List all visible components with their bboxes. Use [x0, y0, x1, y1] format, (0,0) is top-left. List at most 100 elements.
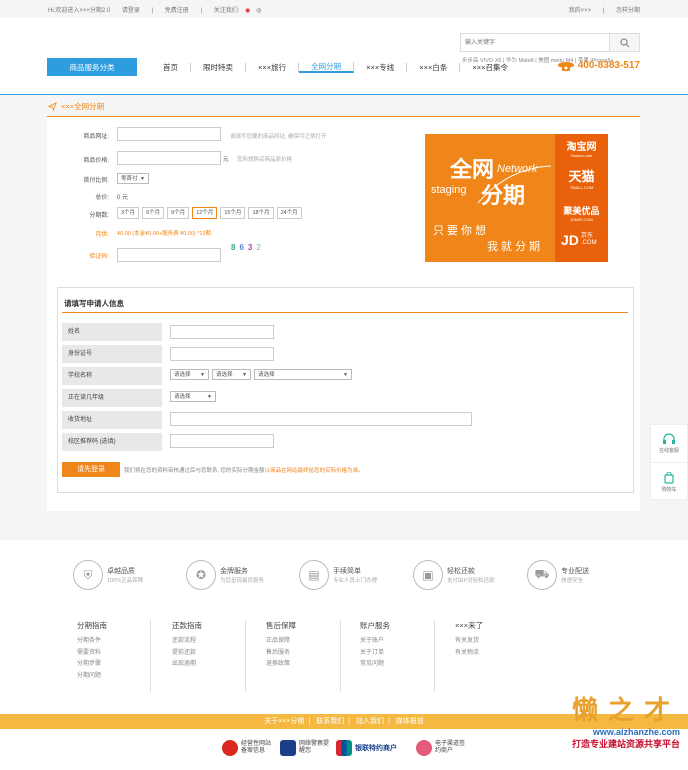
badge-e-channel[interactable]: 电子渠道签约商户	[416, 740, 465, 756]
footer-link[interactable]: 退换政策	[266, 659, 356, 671]
hotline: 400-8383-517	[557, 60, 640, 71]
name-field[interactable]	[170, 325, 274, 339]
total-value: 0 元	[117, 195, 129, 201]
title-underline	[62, 312, 628, 313]
nav-items: 首页 限时特卖 ×××旅行 全网分期 ×××专线 ×××白条 ×××召集令	[151, 58, 520, 76]
period-option[interactable]: 3个月	[117, 207, 140, 219]
period-option[interactable]: 15个月	[220, 207, 246, 219]
breadcrumb-title: ×××全网分期	[61, 102, 105, 111]
nav-item-credit[interactable]: ×××白条	[407, 62, 461, 72]
feature-delivery: ⛟ 专业配送 快速安全	[527, 560, 589, 590]
follow-label: 关注我们:	[213, 8, 240, 14]
feature-repay: ▣ 轻松还款 支付由P对轻松还款	[413, 560, 495, 590]
login-submit-button[interactable]: 请先登录	[62, 462, 120, 477]
login-link[interactable]: 请登录	[122, 8, 140, 14]
footer-link[interactable]: 正品保障	[266, 636, 356, 648]
footer: ⛨ 卓越品质 100%正品保障 ✪ 金牌服务 为您呈现最优服务 ▤ 手续简单 专业人员…	[0, 540, 688, 714]
grade-select[interactable]: 请选择 ▼	[170, 391, 216, 402]
footer-link[interactable]: 常见问题	[360, 659, 450, 671]
period-option[interactable]: 6个月	[142, 207, 165, 219]
weibo-icon[interactable]: ◉	[245, 8, 250, 14]
price-hint: 您所想购买商品原价格	[237, 157, 293, 163]
bottom-link-join[interactable]: 加入我们	[356, 718, 384, 725]
how-to-pay-link[interactable]: 怎样分期	[616, 8, 640, 14]
promo-banner[interactable]: 全网 Network staging 分期 只要你想 我就分期 淘宝网 Taob…	[425, 134, 608, 262]
footer-link[interactable]: 关于账户	[360, 636, 450, 648]
divider: |	[151, 8, 154, 14]
captcha-image[interactable]: 8 6 3 2	[231, 243, 261, 252]
banner-slogan-2: 我就分期	[487, 241, 543, 253]
divider: |	[602, 8, 605, 14]
period-option[interactable]: 18个月	[248, 207, 274, 219]
total-label: 总价:	[95, 195, 109, 201]
feature-simple: ▤ 手续简单 专业人员上门办理	[299, 560, 377, 590]
nav-item-travel[interactable]: ×××旅行	[246, 62, 300, 72]
footer-link[interactable]: 出现逾期	[172, 659, 262, 671]
footer-link[interactable]: 售后服务	[266, 648, 356, 660]
badge-icp[interactable]: 经营性网站备案信息	[222, 740, 275, 756]
url-label: 商品网址:	[83, 134, 109, 140]
feature-service: ✪ 金牌服务 为您呈现最优服务	[186, 560, 264, 590]
category-button[interactable]: 商品服务分类	[47, 58, 137, 76]
search-icon	[619, 37, 629, 47]
down-payment-label: 首付比例:	[83, 178, 109, 184]
footer-link[interactable]: 提前还款	[172, 648, 262, 660]
truck-icon: ⛟	[527, 560, 557, 590]
down-payment-value: 零首付	[121, 175, 138, 182]
register-link[interactable]: 免费注册	[165, 8, 189, 14]
price-field[interactable]	[117, 151, 221, 165]
address-label: 收货地址	[62, 411, 162, 429]
captcha-field[interactable]	[117, 248, 221, 262]
nav-item-installment[interactable]: 全网分期	[299, 61, 355, 73]
url-field[interactable]	[117, 127, 221, 141]
tip-highlight[interactable]: 以商品在网站最终给您的实际价格为准	[265, 468, 359, 474]
id-number-field[interactable]	[170, 347, 274, 361]
nav-item-summon[interactable]: ×××召集令	[460, 63, 520, 72]
nav-item-express[interactable]: ×××专线	[354, 62, 408, 72]
submit-tip: 我们将在您的资料审核通过后与您联系, 您的实际分期金额以商品在网站最终给您的实际…	[124, 468, 364, 474]
nav-item-home[interactable]: 首页	[151, 62, 191, 72]
footer-link[interactable]: 有关发货	[455, 636, 545, 648]
main-panel: 商品网址: 请填写您要的商品网址, 确保可正常打开 商品价格: 元 您所想购买商…	[47, 116, 640, 511]
monthly-label: 月供:	[95, 232, 109, 238]
school-select[interactable]: 请选择 ▼	[254, 369, 352, 380]
footer-link[interactable]: 分期问题	[77, 671, 167, 683]
cart-button[interactable]: 购物车	[651, 463, 687, 501]
search-button[interactable]	[609, 34, 639, 51]
bottom-link-about[interactable]: 关于×××分期	[264, 718, 304, 725]
search-input[interactable]	[461, 34, 611, 51]
referral-field[interactable]	[170, 434, 274, 448]
dropdown-arrow-icon: ▼	[242, 371, 247, 378]
province-select[interactable]: 请选择 ▼	[170, 369, 209, 380]
main-nav: 商品服务分类 首页 限时特卖 ×××旅行 全网分期 ×××专线 ×××白条 ××…	[47, 58, 640, 76]
footer-link[interactable]: 有关物流	[455, 648, 545, 660]
welcome-text: Hi,欢迎进入×××分期2.0	[48, 8, 111, 14]
footer-link[interactable]: 关于订单	[360, 648, 450, 660]
my-account-link[interactable]: 我的×××	[569, 8, 592, 14]
wechat-icon[interactable]: ◍	[256, 8, 261, 14]
city-select[interactable]: 请选择 ▼	[212, 369, 251, 380]
nav-item-flash-sale[interactable]: 限时特卖	[191, 62, 246, 72]
footer-link[interactable]: 还款流程	[172, 636, 262, 648]
online-service-button[interactable]: 在线客服	[651, 425, 687, 463]
down-payment-select[interactable]: 零首付 ▼	[117, 173, 149, 184]
nav-divider	[0, 94, 688, 95]
bottom-link-media[interactable]: 媒体报道	[396, 718, 424, 725]
footer-link[interactable]: 需要资料	[77, 648, 167, 660]
bottom-link-contact[interactable]: 联系我们	[316, 718, 344, 725]
unionpay-icon	[336, 740, 352, 756]
site-watermark: 懒之才 www.aizhanzhe.com 打造专业建站资源共享平台	[572, 690, 680, 750]
footer-link[interactable]: 分期步骤	[77, 659, 167, 671]
period-option-selected[interactable]: 12个月	[192, 207, 218, 219]
badge-cyber-police[interactable]: 网络警察提醒您	[280, 740, 329, 756]
price-unit: 元	[223, 157, 229, 163]
footer-col-aftersale: 售后保障 正品保障 售后服务 退换政策	[266, 620, 356, 671]
address-field[interactable]	[170, 412, 472, 426]
search-box	[460, 33, 640, 52]
footer-col-guide: 分期指南 分期条件 需要资料 分期步骤 分期问题	[77, 620, 167, 682]
period-option[interactable]: 24个月	[276, 207, 302, 219]
footer-col-shipping: ×××来了 有关发货 有关物流	[455, 620, 545, 659]
badge-unionpay[interactable]: 银联特约商户	[336, 740, 397, 756]
period-option[interactable]: 9个月	[167, 207, 190, 219]
footer-link[interactable]: 分期条件	[77, 636, 167, 648]
